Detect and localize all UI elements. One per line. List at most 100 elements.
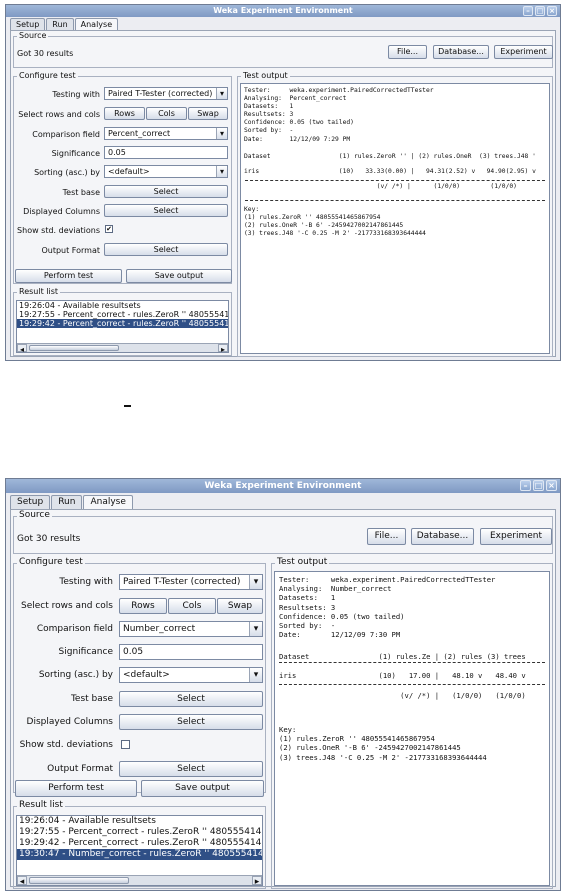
cols-button[interactable]: Cols xyxy=(168,598,216,614)
perform-test-button[interactable]: Perform test xyxy=(15,780,137,797)
sorting-label: Sorting (asc.) by xyxy=(38,670,113,680)
result-list-item[interactable]: 19:26:04 - Available resultsets xyxy=(17,816,262,827)
testing-with-label: Testing with xyxy=(52,90,100,99)
sorting-value: <default> xyxy=(123,670,170,680)
maximize-icon[interactable]: □ xyxy=(533,480,544,491)
show-std-deviations-label: Show std. deviations xyxy=(19,740,113,750)
tab-analyse[interactable]: Analyse xyxy=(83,495,133,509)
tab-setup[interactable]: Setup xyxy=(10,495,51,509)
select-rows-cols-label: Select rows and cols xyxy=(21,601,113,611)
result-list-item[interactable]: 19:29:42 - Percent_correct - rules.ZeroR… xyxy=(17,838,262,849)
significance-input[interactable]: 0.05 xyxy=(104,146,228,159)
horizontal-scrollbar[interactable]: ◂ ▸ xyxy=(17,343,228,352)
sorting-value: <default> xyxy=(108,167,150,176)
scroll-thumb[interactable] xyxy=(29,345,119,351)
sorting-combo[interactable]: <default> ▾ xyxy=(104,165,228,178)
title-bar: Weka Experiment Environment – □ × xyxy=(6,479,560,493)
tab-run[interactable]: Run xyxy=(51,495,83,509)
scroll-thumb[interactable] xyxy=(29,877,129,884)
close-icon[interactable]: × xyxy=(547,6,557,16)
result-list-item[interactable]: 19:26:04 - Available resultsets xyxy=(17,301,228,310)
testing-with-combo[interactable]: Paired T-Tester (corrected) ▾ xyxy=(119,574,263,590)
experiment-button[interactable]: Experiment xyxy=(480,528,552,545)
output-table-header: Dataset (1) rules.ZeroR '' | (2) rules.O… xyxy=(244,152,536,160)
testing-with-label: Testing with xyxy=(59,577,113,587)
source-group: Source Got 30 results File... Database..… xyxy=(13,510,553,554)
output-table-row: iris (10) 17.00 | 48.10 v 48.40 v xyxy=(279,670,526,680)
result-list: 19:26:04 - Available resultsets 19:27:55… xyxy=(16,300,229,353)
displayed-columns-label: Displayed Columns xyxy=(26,717,113,727)
scroll-left-icon[interactable]: ◂ xyxy=(17,344,27,352)
scroll-left-icon[interactable]: ◂ xyxy=(17,876,27,885)
source-legend: Source xyxy=(17,31,49,40)
weka-window-2: Weka Experiment Environment – □ × Setup … xyxy=(5,478,561,891)
result-list-item[interactable]: 19:29:42 - Percent_correct - rules.ZeroR… xyxy=(17,319,228,328)
show-std-deviations-checkbox[interactable]: ✔ xyxy=(105,225,113,233)
displayed-columns-select-button[interactable]: Select xyxy=(104,204,228,217)
test-output-text[interactable]: Tester: weka.experiment.PairedCorrectedT… xyxy=(274,571,550,886)
database-button[interactable]: Database... xyxy=(411,528,474,545)
show-std-deviations-checkbox[interactable] xyxy=(121,740,130,749)
test-output-group: Test output Tester: weka.experiment.Pair… xyxy=(237,71,553,357)
comparison-field-combo[interactable]: Percent_correct ▾ xyxy=(104,127,228,140)
swap-button[interactable]: Swap xyxy=(188,107,228,120)
result-list-item[interactable]: 19:27:55 - Percent_correct - rules.ZeroR… xyxy=(17,827,262,838)
rows-button[interactable]: Rows xyxy=(119,598,167,614)
maximize-icon[interactable]: □ xyxy=(535,6,545,16)
swap-button[interactable]: Swap xyxy=(217,598,263,614)
result-list-item[interactable]: 19:30:47 - Number_correct - rules.ZeroR … xyxy=(17,849,262,860)
comparison-field-combo[interactable]: Number_correct ▾ xyxy=(119,621,263,637)
close-icon[interactable]: × xyxy=(546,480,557,491)
table-divider xyxy=(245,180,545,181)
rows-button[interactable]: Rows xyxy=(104,107,145,120)
horizontal-scrollbar[interactable]: ◂ ▸ xyxy=(17,875,262,885)
tab-setup[interactable]: Setup xyxy=(10,18,46,30)
testing-with-value: Paired T-Tester (corrected) xyxy=(123,577,241,587)
test-base-select-button[interactable]: Select xyxy=(104,185,228,198)
configure-legend: Configure test xyxy=(17,71,78,80)
chevron-down-icon: ▾ xyxy=(216,166,227,177)
tab-run[interactable]: Run xyxy=(46,18,74,30)
output-table-row: iris (10) 33.33(0.00) | 94.31(2.52) v 94… xyxy=(244,167,536,175)
database-button[interactable]: Database... xyxy=(433,45,489,59)
significance-input[interactable]: 0.05 xyxy=(119,644,263,660)
output-format-select-button[interactable]: Select xyxy=(104,243,228,256)
comparison-field-label: Comparison field xyxy=(36,624,113,634)
output-format-select-button[interactable]: Select xyxy=(119,761,263,777)
analyse-panel: Source Got 30 results File... Database..… xyxy=(10,509,556,889)
comparison-field-label: Comparison field xyxy=(32,130,100,139)
file-button[interactable]: File... xyxy=(367,528,406,545)
perform-test-button[interactable]: Perform test xyxy=(15,269,122,283)
save-output-button[interactable]: Save output xyxy=(141,780,264,797)
output-key: Key: (1) rules.ZeroR '' 4805554146586795… xyxy=(279,725,487,762)
title-bar: Weka Experiment Environment – □ × xyxy=(6,5,560,17)
test-output-text[interactable]: Tester: weka.experiment.PairedCorrectedT… xyxy=(240,83,550,354)
test-output-legend: Test output xyxy=(241,71,290,80)
analyse-panel: Source Got 30 results File... Database..… xyxy=(10,30,556,357)
experiment-button[interactable]: Experiment xyxy=(494,45,553,59)
show-std-deviations-label: Show std. deviations xyxy=(17,226,100,235)
cols-button[interactable]: Cols xyxy=(146,107,187,120)
tab-analyse[interactable]: Analyse xyxy=(74,18,119,30)
sorting-label: Sorting (asc.) by xyxy=(34,168,100,177)
test-base-select-button[interactable]: Select xyxy=(119,691,263,707)
test-base-label: Test base xyxy=(70,694,113,704)
testing-with-combo[interactable]: Paired T-Tester (corrected) ▾ xyxy=(104,87,228,100)
scroll-right-icon[interactable]: ▸ xyxy=(218,344,228,352)
output-header: Tester: weka.experiment.PairedCorrectedT… xyxy=(279,575,496,640)
sorting-combo[interactable]: <default> ▾ xyxy=(119,667,263,683)
save-output-button[interactable]: Save output xyxy=(126,269,232,283)
minimize-icon[interactable]: – xyxy=(523,6,533,16)
output-header: Tester: weka.experiment.PairedCorrectedT… xyxy=(244,87,434,143)
window-title: Weka Experiment Environment xyxy=(213,6,353,15)
minimize-icon[interactable]: – xyxy=(520,480,531,491)
result-list-legend: Result list xyxy=(17,287,61,296)
result-list-legend: Result list xyxy=(17,800,65,810)
significance-label: Significance xyxy=(58,647,113,657)
result-list-item[interactable]: 19:27:55 - Percent_correct - rules.ZeroR… xyxy=(17,310,228,319)
scroll-right-icon[interactable]: ▸ xyxy=(252,876,262,885)
tab-bar: Setup Run Analyse xyxy=(10,18,119,30)
result-list-group: Result list 19:26:04 - Available results… xyxy=(13,287,232,356)
file-button[interactable]: File... xyxy=(388,45,427,59)
displayed-columns-select-button[interactable]: Select xyxy=(119,714,263,730)
